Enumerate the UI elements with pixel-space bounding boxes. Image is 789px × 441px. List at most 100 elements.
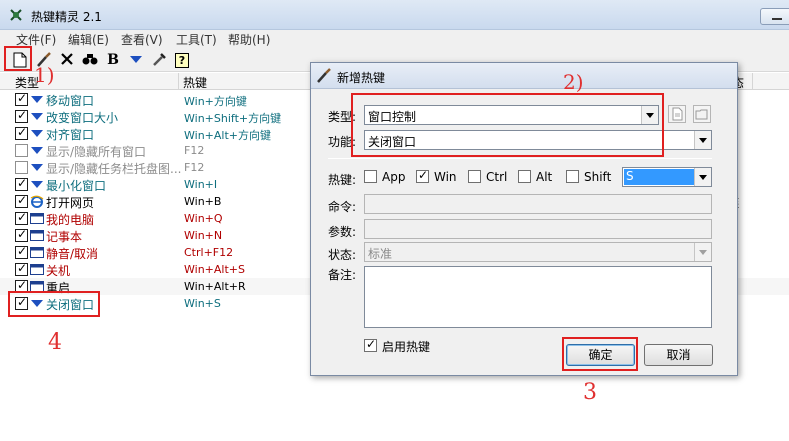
note-field[interactable]	[364, 266, 712, 328]
minimize-button[interactable]	[760, 8, 789, 25]
folder-icon	[695, 109, 708, 120]
column-separator[interactable]	[752, 73, 753, 90]
arrow-down-icon	[31, 96, 43, 103]
row-checkbox[interactable]: ✓	[15, 261, 28, 276]
note-label: 备注:	[328, 268, 357, 282]
chevron-down-icon	[694, 168, 711, 186]
row-name: 静音/取消	[46, 247, 99, 261]
divider	[328, 158, 712, 159]
row-checkbox[interactable]	[15, 144, 28, 157]
bold-button[interactable]: B	[103, 50, 123, 70]
chevron-down-icon	[694, 243, 711, 261]
window-icon	[30, 264, 44, 275]
row-hotkey: Win+S	[184, 297, 221, 310]
ie-icon	[30, 195, 44, 208]
annotation-step-2: 2)	[563, 70, 584, 94]
annotation-box-new	[4, 46, 32, 71]
row-hotkey: Win+Shift+方向键	[184, 112, 282, 125]
column-hotkey[interactable]: 热键	[183, 74, 207, 91]
tools-button[interactable]	[149, 50, 169, 70]
move-down-button[interactable]	[126, 50, 146, 70]
cancel-button[interactable]: 取消	[644, 344, 713, 366]
find-button[interactable]	[80, 50, 100, 70]
checkmark-icon: ✓	[17, 278, 28, 292]
row-checkbox[interactable]: ✓	[15, 244, 28, 259]
arrow-down-icon	[31, 147, 43, 154]
state-label: 状态:	[328, 248, 357, 262]
browse-button[interactable]	[693, 105, 711, 123]
brush-icon	[317, 68, 331, 83]
annotation-step-4: 4	[48, 330, 62, 355]
row-checkbox[interactable]: ✓	[15, 210, 28, 225]
row-checkbox[interactable]: ✓	[15, 193, 28, 208]
title-bar: 热键精灵 2.1	[0, 0, 789, 30]
modifier-alt-checkbox[interactable]	[518, 170, 531, 183]
row-hotkey: F12	[184, 161, 205, 174]
row-checkbox[interactable]: ✓	[15, 91, 28, 106]
delete-button[interactable]	[57, 50, 77, 70]
row-name: 关机	[46, 264, 71, 278]
modifier-shift-checkbox[interactable]	[566, 170, 579, 183]
row-name: 显示/隐藏所有窗口	[46, 145, 147, 159]
menu-tools[interactable]: 工具(T)	[176, 31, 217, 48]
delete-icon	[61, 53, 73, 65]
key-value: S	[624, 169, 694, 185]
down-arrow-icon	[130, 56, 142, 63]
enable-hotkey-checkbox[interactable]: ✓	[364, 337, 377, 352]
params-field[interactable]	[364, 219, 712, 239]
row-hotkey: Win+Alt+方向键	[184, 129, 271, 142]
row-name: 显示/隐藏任务栏托盘图...	[46, 162, 182, 176]
row-hotkey: Win+Q	[184, 212, 223, 225]
menu-edit[interactable]: 编辑(E)	[68, 31, 109, 48]
row-name: 记事本	[46, 230, 83, 244]
state-select[interactable]: 标准	[364, 242, 712, 262]
command-field[interactable]	[364, 194, 712, 214]
row-name: 我的电脑	[46, 213, 95, 227]
checkmark-icon: ✓	[17, 193, 28, 207]
modifier-app-label: App	[382, 170, 406, 184]
properties-button[interactable]	[668, 105, 686, 123]
annotation-step-1: 1)	[34, 63, 55, 87]
key-select[interactable]: S	[622, 167, 712, 187]
row-checkbox[interactable]: ✓	[15, 176, 28, 191]
checkmark-icon: ✓	[17, 125, 28, 139]
help-icon: ?	[175, 53, 189, 68]
params-label: 参数:	[328, 225, 357, 239]
row-name: 打开网页	[46, 196, 95, 210]
row-name: 改变窗口大小	[46, 111, 119, 125]
row-hotkey: Win+N	[184, 229, 223, 242]
row-hotkey: Win+Alt+S	[184, 263, 245, 276]
row-hotkey: Win+I	[184, 178, 218, 191]
annotation-box-row	[8, 291, 100, 317]
menu-help[interactable]: 帮助(H)	[228, 31, 270, 48]
find-icon	[82, 54, 98, 65]
minimize-icon	[772, 18, 782, 20]
modifier-app-checkbox[interactable]	[364, 170, 377, 183]
modifier-ctrl-label: Ctrl	[486, 170, 508, 184]
row-hotkey: Win+B	[184, 195, 222, 208]
arrow-down-icon	[31, 164, 43, 171]
row-name: 最小化窗口	[46, 179, 107, 193]
checkmark-icon: ✓	[418, 168, 429, 182]
command-label: 命令:	[328, 200, 357, 214]
annotation-step-3: 3	[583, 380, 597, 405]
arrow-down-icon	[31, 181, 43, 188]
column-separator[interactable]	[178, 73, 179, 90]
checkmark-icon: ✓	[17, 210, 28, 224]
row-checkbox[interactable]: ✓	[15, 227, 28, 242]
row-checkbox[interactable]: ✓	[15, 125, 28, 140]
modifier-ctrl-checkbox[interactable]	[468, 170, 481, 183]
arrow-down-icon	[31, 113, 43, 120]
row-checkbox[interactable]	[15, 161, 28, 174]
checkmark-icon: ✓	[366, 337, 377, 351]
checkmark-icon: ✓	[17, 261, 28, 275]
dialog-title: 新增热键	[337, 71, 386, 85]
row-checkbox[interactable]: ✓	[15, 108, 28, 123]
arrow-down-icon	[31, 130, 43, 137]
help-button[interactable]: ?	[172, 50, 192, 70]
checkmark-icon: ✓	[17, 91, 28, 105]
checkmark-icon: ✓	[17, 227, 28, 241]
modifier-win-checkbox[interactable]: ✓	[416, 168, 429, 183]
menu-view[interactable]: 查看(V)	[121, 31, 163, 48]
annotation-box-ok	[562, 337, 638, 371]
